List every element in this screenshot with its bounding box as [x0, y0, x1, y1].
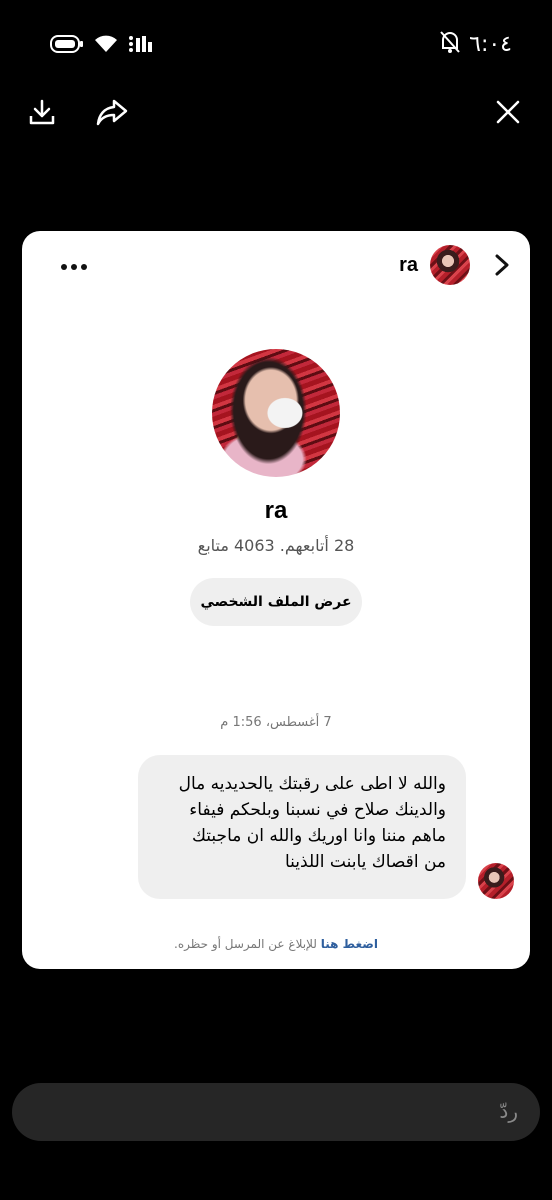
more-icon	[59, 264, 89, 270]
status-time: ٦:٠٤	[469, 31, 512, 57]
viewer-top-bar	[0, 90, 552, 150]
mute-icon	[439, 30, 461, 58]
reply-input[interactable]: ردّ	[12, 1083, 540, 1141]
close-button[interactable]	[484, 90, 532, 138]
message-line: من اقصاك يابنت اللذينا	[284, 852, 446, 872]
share-button[interactable]	[88, 90, 136, 138]
message-timestamp: 7 أغسطس، 1:56 م	[220, 715, 332, 730]
message-row: والله لا اطى على رقبتك يالحديديه مال وال…	[22, 755, 530, 905]
header-avatar	[430, 245, 470, 285]
header-username: ra	[399, 253, 418, 276]
profile-avatar[interactable]	[212, 349, 340, 477]
card-header: ra	[22, 231, 530, 303]
open-chat-button[interactable]	[488, 253, 516, 281]
close-icon	[495, 99, 521, 129]
wifi-icon	[94, 34, 118, 58]
profile-name: ra	[264, 497, 288, 524]
reply-placeholder: ردّ	[499, 1099, 518, 1123]
message-bubble[interactable]: والله لا اطى على رقبتك يالحديديه مال وال…	[138, 755, 466, 899]
report-notice: اضغط هنا للإبلاغ عن المرسل أو حظره.	[22, 937, 530, 951]
header-user[interactable]: ra	[399, 245, 470, 285]
download-icon	[28, 98, 56, 130]
message-line: والدينك صلاح في نسبنا وبلحكم فيفاء	[189, 800, 446, 820]
status-icons-left	[50, 34, 154, 58]
profile-stats: 28 أتابعهم. 4063 متابع	[197, 536, 355, 555]
message-card: ra ra 28 أتابعهم. 4063 متابع عرض الملف ا…	[22, 231, 530, 969]
download-button[interactable]	[18, 90, 66, 138]
signal-icon	[128, 34, 154, 58]
report-link[interactable]: اضغط هنا	[321, 937, 378, 951]
message-line: والله لا اطى على رقبتك يالحديديه مال	[178, 774, 446, 794]
sender-avatar	[478, 863, 514, 899]
more-options-button[interactable]	[54, 251, 94, 283]
chevron-right-icon	[494, 253, 510, 281]
status-icons-right: ٦:٠٤	[439, 30, 512, 58]
message-line: ماهم مننا وانا اوريك والله ان ماجبتك	[191, 826, 446, 846]
battery-icon	[50, 34, 84, 58]
share-icon	[96, 98, 128, 130]
report-text: للإبلاغ عن المرسل أو حظره.	[174, 937, 321, 951]
view-profile-button[interactable]: عرض الملف الشخصي	[190, 578, 362, 626]
status-bar: ٦:٠٤	[0, 0, 552, 90]
